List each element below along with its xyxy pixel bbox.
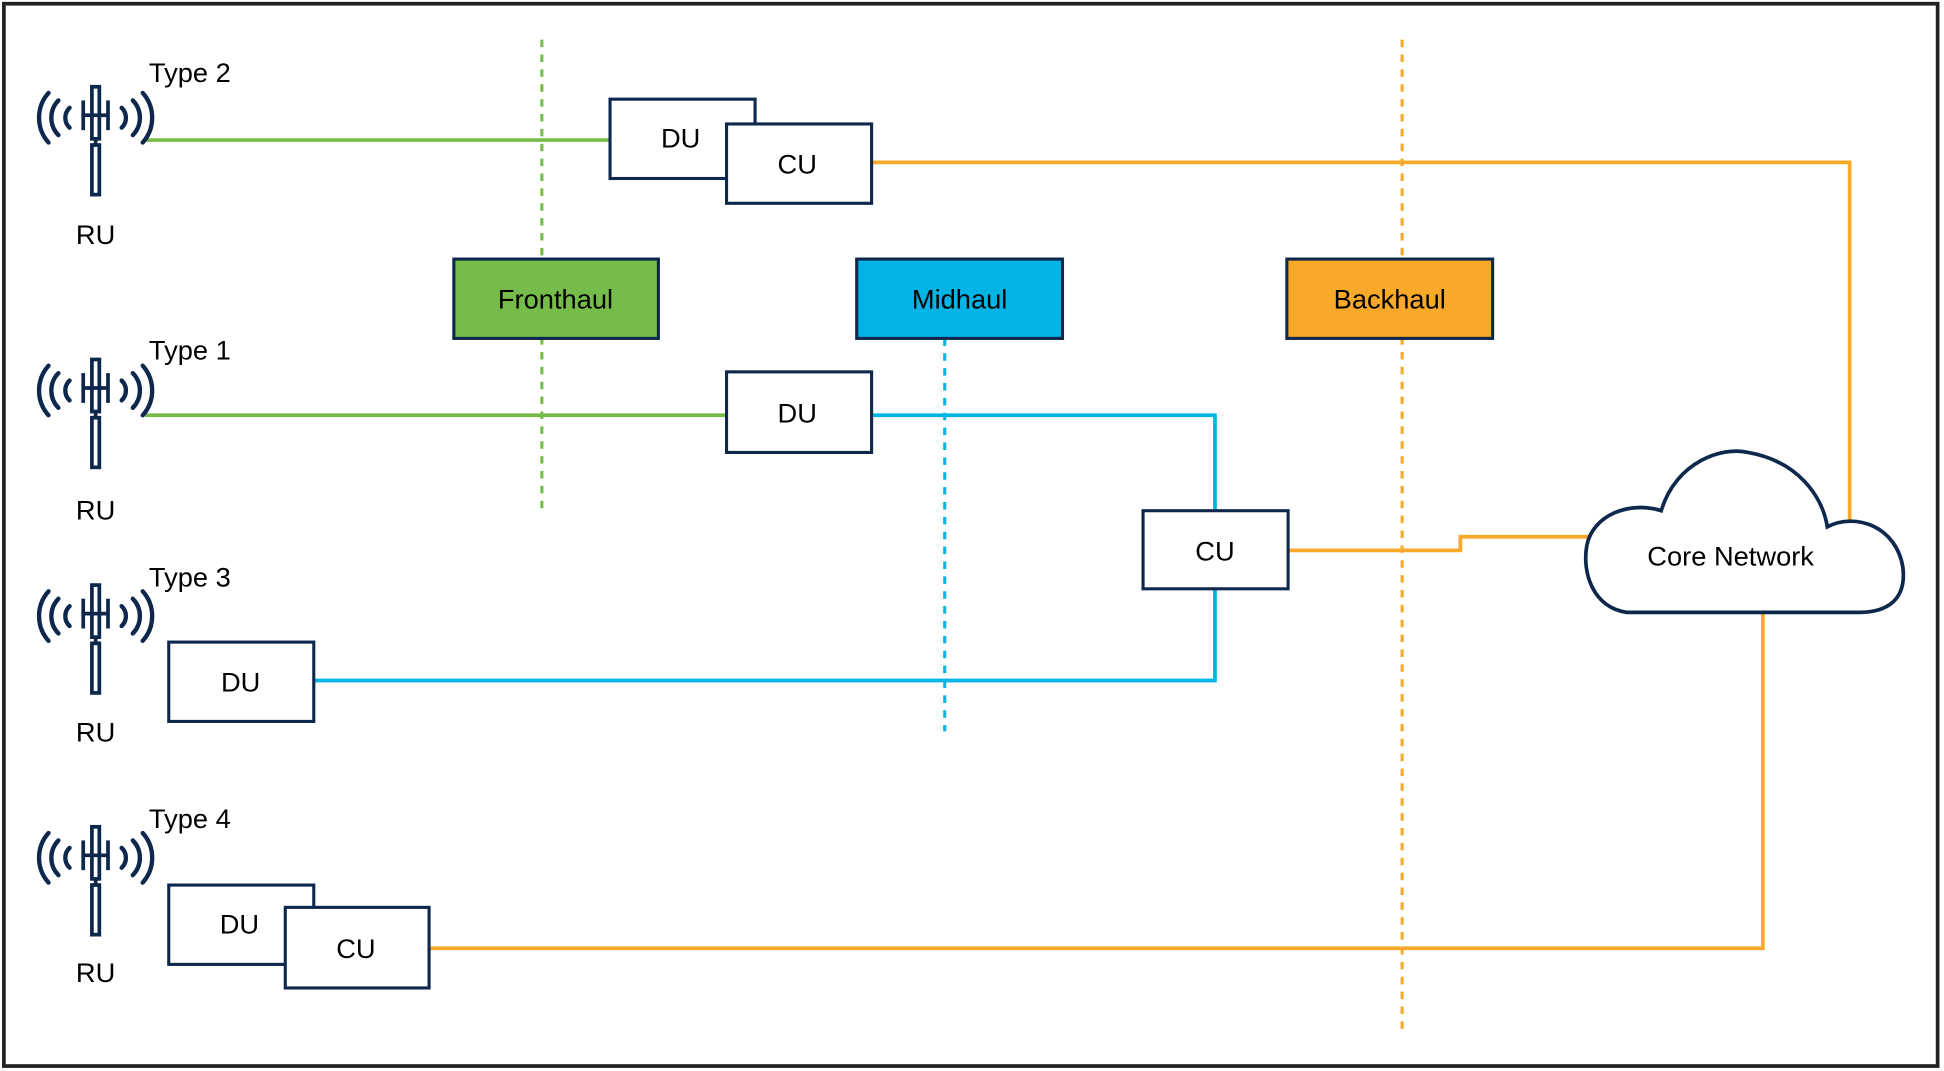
ru-label: RU [76, 957, 115, 988]
cu-label: CU [778, 149, 817, 180]
midhaul-label: Midhaul [912, 284, 1007, 315]
ru-label: RU [76, 494, 115, 525]
type-label: Type 3 [149, 561, 231, 592]
fronthaul-label: Fronthaul [498, 284, 613, 315]
du-label: DU [221, 667, 260, 698]
ran-deployment-diagram: Type 2 RU Type 1 RU Type 3 RU Type 4 RU … [2, 1, 1940, 1068]
ru-label: RU [76, 716, 115, 747]
cu-label: CU [336, 933, 375, 964]
core-network-label: Core Network [1647, 540, 1814, 571]
du-label: DU [778, 398, 817, 429]
backhaul-label: Backhaul [1334, 284, 1446, 315]
du-label: DU [220, 908, 259, 939]
type-label: Type 4 [149, 803, 231, 834]
type-label: Type 2 [149, 57, 231, 88]
cu-label: CU [1195, 535, 1234, 566]
ru-label: RU [76, 219, 115, 250]
type-label: Type 1 [149, 334, 231, 365]
du-label: DU [661, 123, 700, 154]
